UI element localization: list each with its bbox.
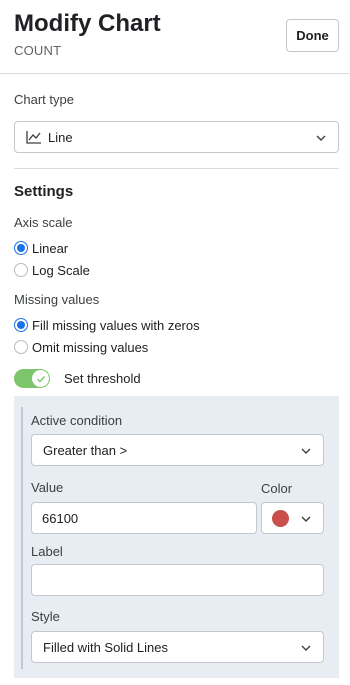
- style-select[interactable]: Filled with Solid Lines: [31, 631, 324, 663]
- settings-title: Settings: [14, 183, 74, 200]
- chart-type-select[interactable]: Line: [14, 121, 339, 153]
- color-label: Color: [261, 481, 293, 496]
- missing-values-label: Missing values: [14, 292, 100, 307]
- threshold-value-input[interactable]: [31, 502, 257, 534]
- radio-fill-zeros[interactable]: Fill missing values with zeros: [14, 316, 200, 334]
- radio-button-checked[interactable]: [14, 318, 28, 332]
- radio-button-checked[interactable]: [14, 241, 28, 255]
- panel-indent-bar: [21, 407, 23, 669]
- chevron-down-icon: [316, 135, 326, 141]
- style-label: Style: [31, 609, 60, 624]
- chevron-down-icon: [301, 516, 311, 522]
- chevron-down-icon: [301, 448, 311, 454]
- color-swatch: [272, 510, 289, 527]
- radio-omit-missing-label: Omit missing values: [32, 339, 149, 355]
- chart-type-label: Chart type: [14, 92, 74, 107]
- panel-header: Modify Chart COUNT Done: [0, 0, 350, 74]
- toggle-knob: [32, 370, 49, 387]
- threshold-toggle-label: Set threshold: [64, 371, 141, 386]
- threshold-label-input[interactable]: [31, 564, 324, 596]
- active-condition-label: Active condition: [31, 413, 123, 428]
- radio-fill-zeros-label: Fill missing values with zeros: [32, 317, 200, 333]
- chevron-down-icon: [301, 645, 311, 651]
- radio-linear-label: Linear: [32, 240, 69, 256]
- active-condition-value: Greater than >: [43, 442, 128, 458]
- style-value: Filled with Solid Lines: [43, 639, 169, 655]
- chart-type-value: Line: [48, 129, 73, 145]
- radio-linear[interactable]: Linear: [14, 239, 68, 257]
- threshold-toggle[interactable]: [14, 369, 50, 388]
- radio-log-scale[interactable]: Log Scale: [14, 261, 90, 279]
- line-chart-icon: [26, 130, 42, 144]
- active-condition-select[interactable]: Greater than >: [31, 434, 324, 466]
- radio-button[interactable]: [14, 340, 28, 354]
- page-subtitle: COUNT: [14, 43, 62, 58]
- radio-button[interactable]: [14, 263, 28, 277]
- color-picker[interactable]: [261, 502, 324, 534]
- value-label: Value: [31, 480, 64, 495]
- page-title: Modify Chart: [14, 10, 161, 37]
- radio-log-scale-label: Log Scale: [32, 262, 90, 278]
- done-button[interactable]: Done: [286, 19, 339, 52]
- radio-omit-missing[interactable]: Omit missing values: [14, 338, 148, 356]
- check-icon: [36, 375, 45, 382]
- label-field-label: Label: [31, 544, 63, 559]
- divider: [14, 168, 339, 169]
- axis-scale-label: Axis scale: [14, 215, 73, 230]
